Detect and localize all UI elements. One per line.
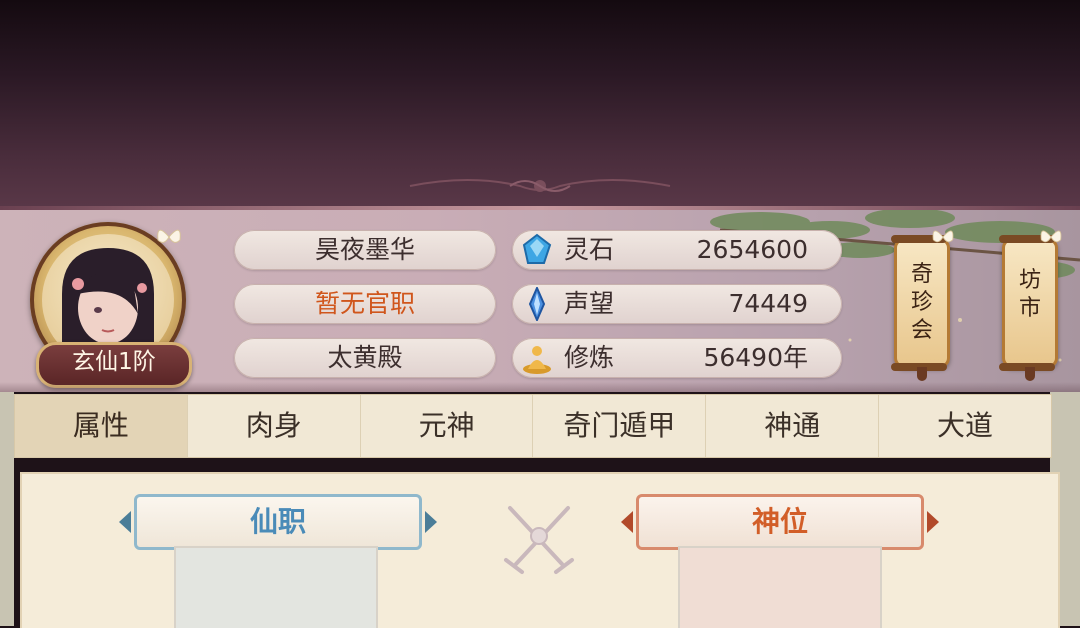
- official-title: 暂无官职: [314, 289, 415, 318]
- shop-char: 坊: [1018, 268, 1041, 293]
- tab-spirit[interactable]: 元神: [361, 395, 534, 457]
- rank-badge: 玄仙1阶: [36, 342, 192, 388]
- spirit-stone-icon: [522, 233, 552, 264]
- divine-rank-title: 神位: [751, 505, 808, 538]
- panel-side-left: [0, 392, 14, 626]
- shop-char: 奇: [910, 262, 933, 287]
- divine-rank-slot[interactable]: [678, 546, 882, 628]
- tab-attributes[interactable]: 属性: [15, 395, 188, 457]
- stat-value: 56490年: [703, 343, 808, 372]
- player-name: 昊夜墨华: [314, 235, 415, 264]
- immortal-post-slot[interactable]: [174, 546, 378, 628]
- stat-label: 声望: [564, 289, 615, 318]
- official-title-pill: 暂无官职: [234, 284, 496, 324]
- crossed-swords-icon: [504, 506, 574, 574]
- stat-label: 修炼: [564, 343, 615, 372]
- immortal-post-title: 仙职: [249, 505, 306, 538]
- shop-char: 会: [910, 318, 933, 343]
- shop-char: 珍: [910, 290, 933, 315]
- stat-value: 2654600: [696, 235, 808, 264]
- reputation-crystal-icon: [528, 287, 546, 321]
- tab-divine-powers[interactable]: 神通: [706, 395, 880, 457]
- immortal-post-ribbon: 仙职: [119, 494, 437, 550]
- rare-treasure-shop-button[interactable]: 奇 珍 会: [891, 235, 950, 381]
- stat-reputation: 声望 74449: [512, 284, 842, 324]
- divine-rank-ribbon: 神位: [621, 494, 939, 550]
- sect-name: 太黄殿: [327, 343, 403, 372]
- tab-bar: 属性 肉身 元神 奇门遁甲 神通 大道: [14, 394, 1052, 458]
- cultivation-meditation-icon: [523, 346, 551, 374]
- cloud-ornament: [409, 179, 671, 192]
- shop-char: 市: [1018, 296, 1041, 321]
- stat-spirit-stone: 灵石 2654600: [512, 230, 842, 270]
- stat-value: 74449: [728, 289, 808, 318]
- butterfly-icon: [1040, 230, 1062, 243]
- butterfly-icon: [932, 230, 954, 243]
- tab-great-dao[interactable]: 大道: [879, 395, 1051, 457]
- stat-cultivation: 修炼 56490年: [512, 338, 842, 378]
- sect-pill: 太黄殿: [234, 338, 496, 378]
- player-header: 玄仙1阶 昊夜墨华 暂无官职 太黄殿 灵石 2654600 声望 74449 修…: [0, 210, 1080, 392]
- tab-body[interactable]: 肉身: [188, 395, 361, 457]
- market-shop-button[interactable]: 坊 市: [999, 235, 1058, 381]
- tab-qimen-dunjia[interactable]: 奇门遁甲: [533, 395, 707, 457]
- attribute-content-panel: 仙职 神位: [20, 472, 1060, 628]
- stat-label: 灵石: [564, 235, 615, 264]
- butterfly-icon: [157, 229, 181, 243]
- player-name-pill: 昊夜墨华: [234, 230, 496, 270]
